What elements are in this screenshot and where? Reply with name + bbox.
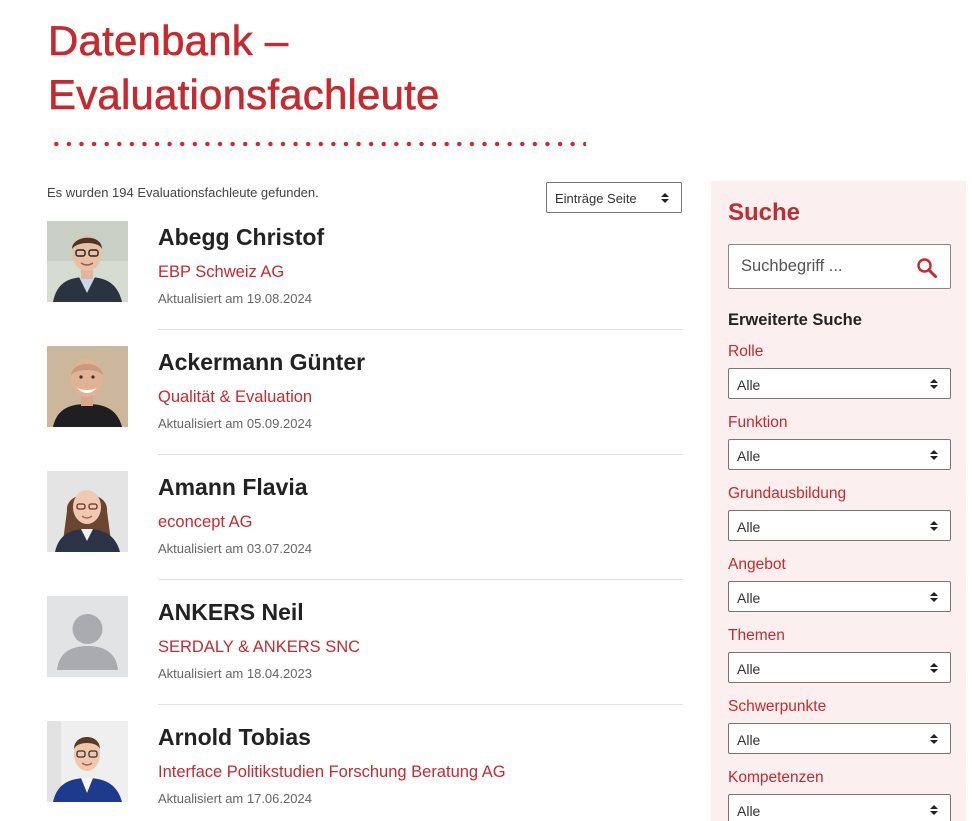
filter-label: Themen xyxy=(728,627,785,644)
select-caret-icon xyxy=(930,804,938,815)
result-count: Es wurden 194 Evaluationsfachleute gefun… xyxy=(47,185,319,200)
entries-per-page-label: Einträge Seite xyxy=(555,191,637,206)
search-box[interactable] xyxy=(728,244,951,289)
select-caret-icon xyxy=(930,591,938,602)
page-title-line-1: Datenbank – xyxy=(48,17,289,65)
search-icon[interactable] xyxy=(916,257,938,279)
filter-kompetenzen: Kompetenzen Alle xyxy=(728,768,951,821)
expert-company[interactable]: EBP Schweiz AG xyxy=(158,261,683,283)
entry-divider xyxy=(158,579,683,580)
filter-label: Funktion xyxy=(728,414,788,431)
select-caret-icon xyxy=(930,520,938,531)
updated-date: Aktualisiert am 18.04.2023 xyxy=(158,666,312,681)
expert-name[interactable]: Abegg Christof xyxy=(158,221,683,253)
updated-date: Aktualisiert am 03.07.2024 xyxy=(158,541,312,556)
filter-label: Rolle xyxy=(728,343,764,360)
filter-select[interactable]: Alle xyxy=(728,439,951,470)
filter-themen: Themen Alle xyxy=(728,626,951,697)
advanced-search-title: Erweiterte Suche xyxy=(728,311,862,329)
expert-company[interactable]: SERDALY & ANKERS SNC xyxy=(158,636,683,658)
filter-value: Alle xyxy=(737,732,761,748)
expert-name[interactable]: Ackermann Günter xyxy=(158,346,683,378)
search-sidebar: Suche Erweiterte Suche Rolle Alle Funkti… xyxy=(711,181,966,821)
filter-select[interactable]: Alle xyxy=(728,510,951,541)
filter-value: Alle xyxy=(737,803,761,819)
updated-date: Aktualisiert am 05.09.2024 xyxy=(158,416,312,431)
expert-list: Abegg Christof EBP Schweiz AG Aktualisie… xyxy=(47,220,683,821)
list-item[interactable]: Ackermann Günter Qualität & Evaluation A… xyxy=(47,345,683,470)
expert-name[interactable]: Arnold Tobias xyxy=(158,721,683,753)
filter-label: Kompetenzen xyxy=(728,769,824,786)
filter-value: Alle xyxy=(737,519,761,535)
filter-select[interactable]: Alle xyxy=(728,723,951,754)
filter-label: Grundausbildung xyxy=(728,485,847,502)
entry-divider xyxy=(158,704,683,705)
profile-photo[interactable] xyxy=(47,346,128,427)
select-caret-icon xyxy=(930,733,938,744)
select-caret-icon xyxy=(661,192,669,203)
avatar-placeholder-icon[interactable] xyxy=(47,596,128,677)
list-item[interactable]: Arnold Tobias Interface Politikstudien F… xyxy=(47,720,683,821)
filter-grundausbildung: Grundausbildung Alle xyxy=(728,484,951,555)
sidebar-title: Suche xyxy=(728,199,801,226)
expert-name[interactable]: ANKERS Neil xyxy=(158,596,683,628)
list-item[interactable]: Amann Flavia econcept AG Aktualisiert am… xyxy=(47,470,683,595)
filter-list: Rolle Alle Funktion Alle Grundausbildung… xyxy=(728,342,951,821)
filter-value: Alle xyxy=(737,590,761,606)
filter-funktion: Funktion Alle xyxy=(728,413,951,484)
updated-date: Aktualisiert am 17.06.2024 xyxy=(158,791,312,806)
updated-date: Aktualisiert am 19.08.2024 xyxy=(158,291,312,306)
expert-name[interactable]: Amann Flavia xyxy=(158,471,683,503)
filter-select[interactable]: Alle xyxy=(728,581,951,612)
search-input[interactable] xyxy=(741,257,911,276)
entry-divider xyxy=(158,454,683,455)
filter-angebot: Angebot Alle xyxy=(728,555,951,626)
page-title: Datenbank – Evaluationsfachleute xyxy=(48,14,440,122)
entry-divider xyxy=(158,329,683,330)
page-title-line-2: Evaluationsfachleute xyxy=(48,71,440,119)
filter-select[interactable]: Alle xyxy=(728,368,951,399)
profile-photo[interactable] xyxy=(47,221,128,302)
list-item[interactable]: Abegg Christof EBP Schweiz AG Aktualisie… xyxy=(47,220,683,345)
entries-per-page-select[interactable]: Einträge Seite xyxy=(546,182,682,213)
select-caret-icon xyxy=(930,662,938,673)
select-caret-icon xyxy=(930,449,938,460)
title-dotted-divider xyxy=(50,141,586,147)
filter-schwerpunkte: Schwerpunkte Alle xyxy=(728,697,951,768)
filter-value: Alle xyxy=(737,448,761,464)
filter-select[interactable]: Alle xyxy=(728,794,951,821)
expert-company[interactable]: Interface Politikstudien Forschung Berat… xyxy=(158,761,683,783)
profile-photo[interactable] xyxy=(47,471,128,552)
filter-value: Alle xyxy=(737,377,761,393)
expert-company[interactable]: Qualität & Evaluation xyxy=(158,386,683,408)
profile-photo[interactable] xyxy=(47,721,128,802)
filter-value: Alle xyxy=(737,661,761,677)
filter-label: Angebot xyxy=(728,556,786,573)
expert-company[interactable]: econcept AG xyxy=(158,511,683,533)
filter-select[interactable]: Alle xyxy=(728,652,951,683)
select-caret-icon xyxy=(930,378,938,389)
filter-label: Schwerpunkte xyxy=(728,698,827,715)
filter-rolle: Rolle Alle xyxy=(728,342,951,413)
list-item[interactable]: ANKERS Neil SERDALY & ANKERS SNC Aktuali… xyxy=(47,595,683,720)
